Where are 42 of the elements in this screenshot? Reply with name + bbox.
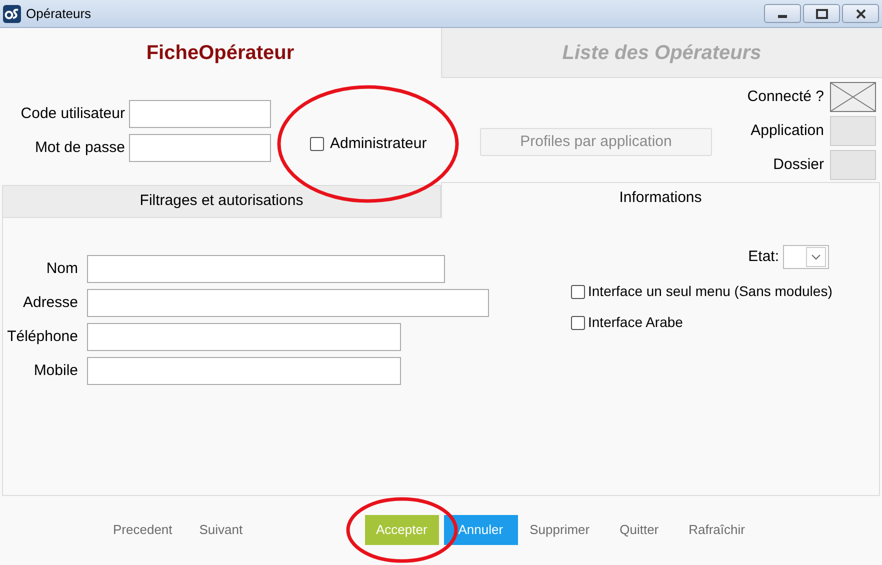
- link-button[interactable]: Precedent: [113, 520, 172, 540]
- field-label: Mobile: [32, 360, 78, 381]
- checkbox-label: Interface Arabe: [588, 313, 683, 332]
- checkbox-label: Interface un seul menu (Sans modules): [588, 282, 832, 301]
- checkbox[interactable]: [571, 284, 585, 298]
- status-label: Dossier: [773, 154, 824, 175]
- status-label: Application: [750, 120, 824, 141]
- field-label: Nom: [45, 258, 78, 279]
- field-label: Code utilisateur: [20, 104, 125, 124]
- image-placeholder-icon: [830, 82, 876, 112]
- tab[interactable]: Informations: [441, 182, 880, 218]
- minimize-icon: [778, 14, 787, 18]
- window-title: Opérateurs: [26, 4, 92, 23]
- status-box: [830, 116, 876, 146]
- link-button[interactable]: Rafraîchir: [688, 520, 745, 540]
- input-field[interactable]: [87, 323, 401, 351]
- checkbox[interactable]: [571, 316, 585, 330]
- field-label: Téléphone: [6, 326, 78, 347]
- close-icon: [856, 8, 866, 18]
- dropdown[interactable]: [783, 245, 829, 269]
- tab[interactable]: Filtrages et autorisations: [2, 185, 441, 218]
- link-button[interactable]: Suivant: [199, 520, 243, 540]
- status-box: [830, 150, 876, 180]
- app-logo-icon: [3, 4, 21, 22]
- input-field[interactable]: [129, 100, 271, 128]
- maximize-icon: [816, 8, 828, 18]
- maximize-button[interactable]: [803, 4, 840, 23]
- field-label: Etat:: [748, 246, 779, 267]
- checkbox[interactable]: [310, 137, 324, 152]
- input-field[interactable]: [129, 134, 271, 162]
- minimize-button[interactable]: [764, 4, 801, 23]
- input-field[interactable]: [87, 289, 489, 317]
- checkbox-label: Administrateur: [330, 134, 427, 154]
- input-field[interactable]: [87, 255, 445, 283]
- cancel-button[interactable]: Annuler: [444, 514, 518, 544]
- link-button[interactable]: Quitter: [620, 520, 659, 540]
- field-label: Adresse: [22, 292, 78, 313]
- field-label: Mot de passe: [34, 138, 125, 158]
- close-button[interactable]: [842, 4, 879, 23]
- input-field[interactable]: [87, 357, 401, 385]
- status-label: Connecté ?: [747, 86, 824, 107]
- link-button[interactable]: Supprimer: [530, 520, 590, 540]
